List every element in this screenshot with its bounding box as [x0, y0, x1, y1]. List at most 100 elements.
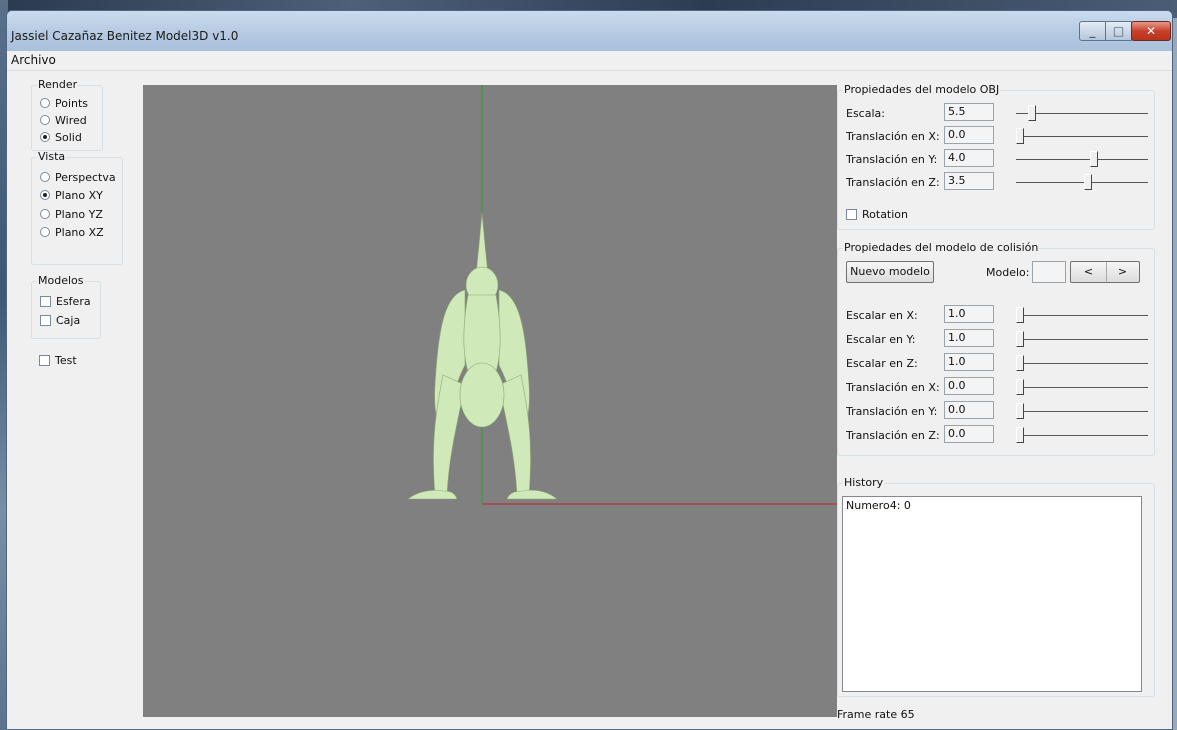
slider-thumb[interactable]: [1028, 105, 1036, 121]
slider-thumb[interactable]: [1016, 403, 1024, 419]
nuevo-modelo-button[interactable]: Nuevo modelo: [846, 261, 934, 283]
col-prop-label: Escalar en Y:: [846, 333, 916, 346]
col-prop-label: Escalar en X:: [846, 309, 918, 322]
col-prop-input[interactable]: 0.0: [944, 377, 994, 395]
col-prop-slider[interactable]: [1016, 353, 1148, 373]
viewport-canvas: [407, 85, 837, 505]
checkbox-caja[interactable]: Caja: [40, 313, 80, 327]
minimize-icon: _: [1089, 24, 1096, 38]
radio-points[interactable]: Points: [40, 96, 88, 110]
slider-track: [1016, 136, 1148, 137]
radio-indicator: [40, 115, 50, 125]
col-prop-slider[interactable]: [1016, 329, 1148, 349]
slider-track: [1016, 159, 1148, 160]
col-prop-input[interactable]: 1.0: [944, 353, 994, 371]
slider-track: [1016, 315, 1148, 316]
vista-legend: Vista: [37, 150, 67, 163]
radio-solid[interactable]: Solid: [40, 130, 82, 144]
slider-thumb[interactable]: [1016, 427, 1024, 443]
history-entry[interactable]: Numero4: 0: [846, 499, 1138, 512]
modelo-field[interactable]: [1032, 261, 1066, 283]
slider-thumb[interactable]: [1016, 128, 1024, 144]
minimize-button[interactable]: _: [1079, 21, 1106, 41]
obj-prop-label: Translación en X:: [846, 130, 940, 143]
col-prop-row: Escalar en Z: 1.0: [846, 353, 1148, 373]
radio-plano-xy[interactable]: Plano XY: [40, 188, 103, 202]
app-window: Jassiel Cazañaz Benitez Model3D v1.0 _ □…: [6, 10, 1173, 730]
next-modelo-button[interactable]: >: [1106, 262, 1139, 282]
col-prop-row: Translación en Y: 0.0: [846, 401, 1148, 421]
radio-plano-yz[interactable]: Plano YZ: [40, 207, 103, 221]
slider-thumb[interactable]: [1016, 307, 1024, 323]
slider-track: [1016, 387, 1148, 388]
slider-track: [1016, 435, 1148, 436]
obj-prop-input[interactable]: 5.5: [944, 103, 994, 121]
collision-properties-group: Propiedades del modelo de colisión Nuevo…: [837, 242, 1155, 456]
col-prop-label: Escalar en Z:: [846, 357, 918, 370]
history-legend: History: [843, 476, 885, 489]
history-list[interactable]: Numero4: 0: [842, 496, 1142, 692]
slider-thumb[interactable]: [1090, 151, 1098, 167]
slider-track: [1016, 411, 1148, 412]
slider-thumb[interactable]: [1016, 379, 1024, 395]
obj-prop-row: Translación en X: 0.0: [846, 126, 1148, 146]
obj-prop-slider[interactable]: [1016, 172, 1148, 192]
col-prop-slider[interactable]: [1016, 305, 1148, 325]
menu-archivo[interactable]: Archivo: [11, 53, 56, 67]
obj-properties-legend: Propiedades del modelo OBJ: [843, 83, 1001, 96]
radio-indicator: [40, 98, 50, 108]
obj-prop-label: Translación en Y:: [846, 153, 938, 166]
slider-thumb[interactable]: [1016, 355, 1024, 371]
obj-prop-label: Escala:: [846, 107, 885, 120]
col-prop-slider[interactable]: [1016, 425, 1148, 445]
col-prop-row: Translación en X: 0.0: [846, 377, 1148, 397]
obj-prop-slider[interactable]: [1016, 126, 1148, 146]
col-prop-row: Escalar en X: 1.0: [846, 305, 1148, 325]
checkbox-esfera[interactable]: Esfera: [40, 294, 91, 308]
checkbox-box: [846, 208, 857, 220]
col-prop-slider[interactable]: [1016, 377, 1148, 397]
radio-perspectiva[interactable]: Perspectva: [40, 170, 116, 184]
modelos-group: Modelos Esfera Caja: [31, 275, 101, 339]
obj-prop-row: Translación en Z: 3.5: [846, 172, 1148, 192]
col-prop-slider[interactable]: [1016, 401, 1148, 421]
render-group: Render Points Wired Solid: [31, 79, 103, 151]
obj-prop-slider[interactable]: [1016, 149, 1148, 169]
3d-viewport[interactable]: [143, 85, 837, 717]
checkbox-box: [40, 314, 51, 326]
prev-modelo-button[interactable]: <: [1071, 262, 1107, 282]
maximize-button[interactable]: □: [1105, 21, 1132, 41]
modelo-nav: < >: [1070, 261, 1140, 283]
col-prop-input[interactable]: 1.0: [944, 305, 994, 323]
title-bar[interactable]: Jassiel Cazañaz Benitez Model3D v1.0 _ □…: [7, 11, 1172, 51]
col-prop-input[interactable]: 0.0: [944, 425, 994, 443]
frame-rate-status: Frame rate 65: [837, 708, 915, 721]
render-legend: Render: [37, 78, 79, 91]
radio-indicator: [40, 209, 50, 219]
close-icon: ✕: [1145, 24, 1157, 38]
obj-prop-row: Translación en Y: 4.0: [846, 149, 1148, 169]
obj-prop-row: Escala: 5.5: [846, 103, 1148, 123]
radio-indicator: [40, 172, 50, 182]
radio-plano-xz[interactable]: Plano XZ: [40, 225, 104, 239]
close-button[interactable]: ✕: [1131, 21, 1171, 41]
obj-prop-slider[interactable]: [1016, 103, 1148, 123]
col-prop-input[interactable]: 1.0: [944, 329, 994, 347]
window-title: Jassiel Cazañaz Benitez Model3D v1.0: [11, 29, 239, 43]
obj-prop-input[interactable]: 0.0: [944, 126, 994, 144]
obj-prop-label: Translación en Z:: [846, 176, 940, 189]
col-prop-row: Escalar en Y: 1.0: [846, 329, 1148, 349]
col-prop-label: Translación en X:: [846, 381, 940, 394]
obj-prop-input[interactable]: 4.0: [944, 149, 994, 167]
slider-track: [1016, 363, 1148, 364]
checkbox-rotation[interactable]: Rotation: [846, 207, 908, 221]
checkbox-box: [40, 295, 51, 307]
slider-thumb[interactable]: [1084, 174, 1092, 190]
obj-prop-input[interactable]: 3.5: [944, 172, 994, 190]
checkbox-test[interactable]: Test: [39, 353, 77, 367]
col-prop-input[interactable]: 0.0: [944, 401, 994, 419]
modelos-legend: Modelos: [37, 274, 85, 287]
radio-wired[interactable]: Wired: [40, 113, 87, 127]
slider-thumb[interactable]: [1016, 331, 1024, 347]
radio-indicator-selected: [40, 132, 50, 142]
